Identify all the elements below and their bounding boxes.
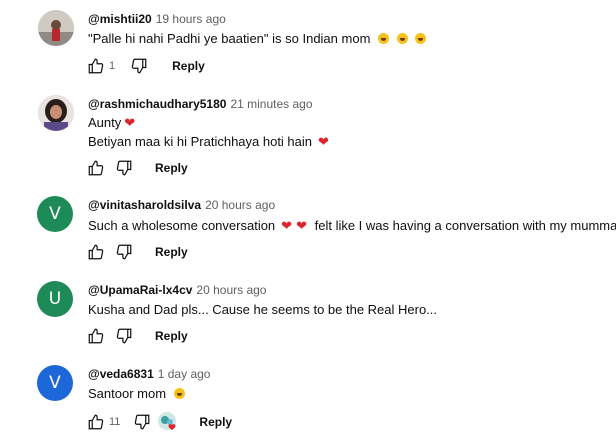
- comment-text-line: Betiyan maa ki hi Pratichhaya hoti hain ❤: [88, 134, 329, 150]
- laughing-emoji-icon: [173, 388, 185, 399]
- avatar[interactable]: V: [37, 365, 73, 401]
- comment-body: felt like I was having a conversation wi…: [314, 218, 616, 233]
- comment-actions: 1 Reply: [86, 55, 205, 77]
- comment-header: @UpamaRai-lx4cv 20 hours ago: [88, 283, 266, 297]
- thumbs-down-icon[interactable]: [132, 412, 152, 432]
- reply-button[interactable]: Reply: [172, 59, 205, 73]
- comment-actions: Reply: [86, 241, 188, 263]
- comment-author[interactable]: @mishtii20: [88, 12, 152, 26]
- avatar[interactable]: U: [37, 281, 73, 317]
- thumbs-up-icon[interactable]: [86, 412, 106, 432]
- comment-time[interactable]: 20 hours ago: [196, 283, 266, 297]
- comment-header: @veda6831 1 day ago: [88, 367, 210, 381]
- thumbs-up-icon[interactable]: [86, 242, 106, 262]
- thumbs-down-icon[interactable]: [114, 158, 134, 178]
- comment-body: Santoor mom: [88, 386, 167, 401]
- thumbs-down-icon[interactable]: [114, 242, 134, 262]
- heart-icon: ❤: [124, 116, 136, 131]
- comment-text-line: Aunty ❤: [88, 115, 135, 131]
- comment-actions: Reply: [86, 157, 188, 179]
- comment-time[interactable]: 1 day ago: [158, 367, 211, 381]
- avatar-letter: U: [48, 289, 62, 309]
- comment-text: Kusha and Dad pls... Cause he seems to b…: [88, 302, 437, 317]
- thumbs-down-icon[interactable]: [129, 56, 149, 76]
- comment-author[interactable]: @vinitasharoldsilva: [88, 198, 201, 212]
- heart-icon: ❤: [318, 135, 329, 150]
- comment-author[interactable]: @veda6831: [88, 367, 154, 381]
- comment-body: Betiyan maa ki hi Pratichhaya hoti hain: [88, 134, 313, 149]
- comment-body: Such a wholesome conversation: [88, 218, 276, 233]
- comment-header: @mishtii20 19 hours ago: [88, 12, 226, 26]
- avatar-photo: [38, 95, 74, 131]
- thumbs-up-icon[interactable]: [86, 326, 106, 346]
- thumbs-up-icon[interactable]: [86, 158, 106, 178]
- comment-body: Kusha and Dad pls... Cause he seems to b…: [88, 302, 438, 317]
- heart-icon: ❤: [281, 219, 293, 234]
- reply-button[interactable]: Reply: [155, 329, 188, 343]
- avatar-photo: [38, 10, 74, 46]
- avatar-letter: V: [49, 373, 61, 393]
- comment-body: Aunty: [88, 115, 122, 130]
- avatar[interactable]: [38, 10, 74, 46]
- comment-time[interactable]: 20 hours ago: [205, 198, 275, 212]
- laughing-emoji-icon: [415, 33, 427, 44]
- thumbs-down-icon[interactable]: [114, 326, 134, 346]
- reply-button[interactable]: Reply: [155, 161, 188, 175]
- avatar-letter: V: [49, 204, 61, 224]
- laughing-emoji-icon: [378, 33, 390, 44]
- comment-text: "Palle hi nahi Padhi ye baatien" is so I…: [88, 31, 427, 46]
- comment-header: @rashmichaudhary5180 21 minutes ago: [88, 97, 313, 111]
- comment-author[interactable]: @rashmichaudhary5180: [88, 97, 226, 111]
- reply-button[interactable]: Reply: [155, 245, 188, 259]
- creator-heart-icon[interactable]: [157, 411, 179, 433]
- comment-time[interactable]: 21 minutes ago: [230, 97, 312, 111]
- comment-text: Such a wholesome conversation ❤ ❤ felt lik…: [88, 218, 616, 234]
- like-count: 11: [109, 416, 121, 428]
- comment-body: "Palle hi nahi Padhi ye baatien" is so I…: [88, 31, 371, 46]
- comment-actions: Reply: [86, 325, 188, 347]
- reply-button[interactable]: Reply: [199, 415, 232, 429]
- avatar[interactable]: [38, 95, 74, 131]
- comment-header: @vinitasharoldsilva 20 hours ago: [88, 198, 275, 212]
- thumbs-up-icon[interactable]: [86, 56, 106, 76]
- heart-icon: ❤: [296, 219, 307, 234]
- laughing-emoji-icon: [396, 33, 408, 44]
- avatar[interactable]: V: [37, 196, 73, 232]
- comment-time[interactable]: 19 hours ago: [156, 12, 226, 26]
- comment-actions: 11 Reply: [86, 411, 232, 433]
- like-count: 1: [109, 60, 116, 72]
- comment-author[interactable]: @UpamaRai-lx4cv: [88, 283, 192, 297]
- comment-text: Santoor mom: [88, 386, 185, 401]
